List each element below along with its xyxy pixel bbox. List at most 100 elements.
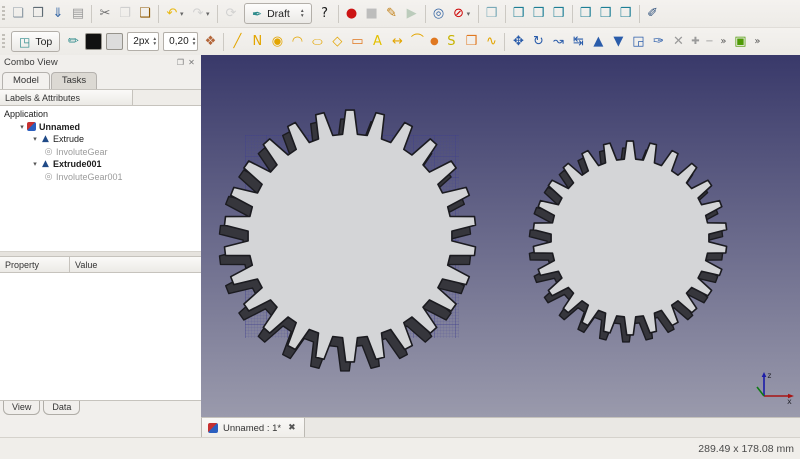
macro-play-button[interactable]: ▶ — [402, 4, 422, 24]
draft-arc-tool[interactable]: ◠ — [287, 32, 307, 52]
whats-this-button[interactable]: ? — [315, 4, 335, 24]
tab-data[interactable]: Data — [43, 401, 80, 415]
extrude-icon: ▲ — [40, 134, 51, 144]
draft-wire-tool[interactable]: N — [247, 32, 267, 52]
construction-mode-toggle[interactable]: ✏ — [63, 32, 83, 52]
undo-button[interactable]: ↶ — [162, 4, 182, 24]
draft-offset-tool[interactable]: ↝ — [548, 32, 568, 52]
draft-scale-tool[interactable]: ◲ — [628, 32, 648, 52]
separator — [572, 5, 573, 23]
open-file-button[interactable]: ❒ — [28, 4, 48, 24]
tree-item-extrude[interactable]: ▾▲Extrude — [0, 133, 201, 146]
separator — [91, 5, 92, 23]
refresh-button[interactable]: ⟳ — [221, 4, 241, 24]
copy-button[interactable]: ❐ — [115, 4, 135, 24]
value-column-header[interactable]: Value — [70, 257, 201, 272]
expander-icon[interactable]: ▾ — [30, 160, 40, 168]
draft-text-tool[interactable]: A — [367, 32, 387, 52]
draft-edit-tool[interactable]: ✑ — [648, 32, 668, 52]
view-right-button[interactable]: ❒ — [549, 4, 569, 24]
draft-subelement-tool[interactable]: ✕ — [668, 32, 688, 52]
tree-item-application[interactable]: Application — [0, 108, 201, 121]
save-button[interactable]: ⇓ — [48, 4, 68, 24]
draft-rectangle-tool[interactable]: ▭ — [347, 32, 367, 52]
draft-rotate-tool[interactable]: ↻ — [528, 32, 548, 52]
toolbar2-handle[interactable] — [2, 34, 5, 50]
property-column-header[interactable]: Property — [0, 257, 70, 272]
gear-small[interactable] — [529, 141, 726, 342]
toolbar-overflow-chevron-2[interactable]: » — [750, 32, 764, 52]
draft-toolbar: ◳Top✏ 2px▴▾0,20▴▾❖ ╱N◉◠○◇▭A↔⌒●S❒∿ ✥↻↝↹▲▼◲✑✕… — [0, 28, 800, 56]
tab-view[interactable]: View — [3, 401, 40, 415]
macro-stop-button[interactable]: ■ — [362, 4, 382, 24]
workbench-selector[interactable]: ✒Draft▴▾ — [244, 3, 312, 24]
view-bottom-button[interactable]: ❒ — [596, 4, 616, 24]
redo-button[interactable]: ↷ — [188, 4, 208, 24]
draw-style-button-dropdown-icon[interactable]: ▾ — [467, 10, 475, 18]
macro-edit-button[interactable]: ✎ — [382, 4, 402, 24]
view-rear-button[interactable]: ❒ — [576, 4, 596, 24]
tree-item-extrude001[interactable]: ▾▲Extrude001 — [0, 158, 201, 171]
view-axonometric-button[interactable]: ❒ — [482, 4, 502, 24]
draft-circle-tool[interactable]: ◉ — [267, 32, 287, 52]
working-plane-button[interactable]: ◳Top — [11, 31, 60, 52]
macro-record-button[interactable]: ● — [342, 4, 362, 24]
expander-icon[interactable]: ▾ — [17, 123, 27, 131]
draft-downgrade-tool[interactable]: ▼ — [608, 32, 628, 52]
cut-button[interactable]: ✂ — [95, 4, 115, 24]
tree-item-unnamed[interactable]: ▾Unnamed — [0, 121, 201, 134]
line-width-spinbox[interactable]: 2px▴▾ — [127, 32, 159, 51]
view-left-button[interactable]: ❒ — [616, 4, 636, 24]
draft-bspline-tool[interactable]: ⌒ — [407, 32, 427, 52]
draft-add-point-tool[interactable]: ✚ — [688, 32, 702, 52]
tree-column-header[interactable]: Labels & Attributes — [0, 89, 201, 106]
tree-item-involutegear[interactable]: ◎InvoluteGear — [0, 146, 201, 159]
undo-button-dropdown-icon[interactable]: ▾ — [180, 10, 188, 18]
close-panel-icon[interactable]: ✕ — [186, 58, 197, 67]
document-tab[interactable]: Unnamed : 1* ✖ — [201, 418, 305, 438]
draft-bezier-tool[interactable]: ∿ — [481, 32, 501, 52]
draft-line-tool[interactable]: ╱ — [227, 32, 247, 52]
combo-view-titlebar[interactable]: Combo View ❐ ✕ — [0, 55, 201, 70]
draft-ellipse-tool[interactable]: ○ — [307, 32, 327, 52]
gear-small-face[interactable] — [533, 141, 726, 335]
toggle-continue-lock-button[interactable]: ▣ — [730, 32, 750, 52]
close-tab-icon[interactable]: ✖ — [288, 423, 296, 433]
expander-icon[interactable]: ▾ — [30, 135, 40, 143]
tab-tasks[interactable]: Tasks — [51, 72, 97, 89]
draft-shapestring-tool[interactable]: S — [441, 32, 461, 52]
separator — [505, 5, 506, 23]
line-color-swatch[interactable] — [85, 33, 102, 50]
draft-facebinder-tool[interactable]: ❒ — [461, 32, 481, 52]
draft-move-tool[interactable]: ✥ — [508, 32, 528, 52]
draft-delete-point-tool[interactable]: − — [702, 32, 716, 52]
gear-large[interactable] — [220, 110, 476, 371]
draft-polygon-tool[interactable]: ◇ — [327, 32, 347, 52]
text-scale-spinbox[interactable]: 0,20▴▾ — [163, 32, 198, 51]
toolbar-overflow-chevron[interactable]: » — [716, 32, 730, 52]
view-top-button[interactable]: ❒ — [529, 4, 549, 24]
measure-distance-button[interactable]: ✐ — [643, 4, 663, 24]
gear-large-face[interactable] — [225, 110, 476, 362]
new-file-button[interactable]: ❏ — [8, 4, 28, 24]
tab-model[interactable]: Model — [2, 72, 50, 89]
paste-button[interactable]: ❑ — [135, 4, 155, 24]
combo-view-panel: Combo View ❐ ✕ Model Tasks Labels & Attr… — [0, 55, 202, 437]
draw-style-button[interactable]: ⊘ — [449, 4, 469, 24]
view-front-button[interactable]: ❒ — [509, 4, 529, 24]
3d-viewport[interactable]: x z — [201, 55, 800, 417]
apply-style-button[interactable]: ❖ — [200, 32, 220, 52]
tree-item-involutegear001[interactable]: ◎InvoluteGear001 — [0, 171, 201, 184]
draft-dimension-tool[interactable]: ↔ — [387, 32, 407, 52]
toolbar1-handle[interactable] — [2, 6, 5, 22]
labels-attributes-header[interactable]: Labels & Attributes — [0, 90, 133, 105]
draft-upgrade-tool[interactable]: ▲ — [588, 32, 608, 52]
draft-point-tool[interactable]: ● — [427, 32, 441, 52]
face-color-swatch[interactable] — [106, 33, 123, 50]
draft-trimex-tool[interactable]: ↹ — [568, 32, 588, 52]
print-button[interactable]: ▤ — [68, 4, 88, 24]
spin-arrows-icon[interactable]: ▴▾ — [193, 37, 196, 46]
fit-all-button[interactable]: ◎ — [429, 4, 449, 24]
spin-arrows-icon[interactable]: ▴▾ — [153, 37, 156, 46]
float-panel-icon[interactable]: ❐ — [175, 58, 186, 67]
